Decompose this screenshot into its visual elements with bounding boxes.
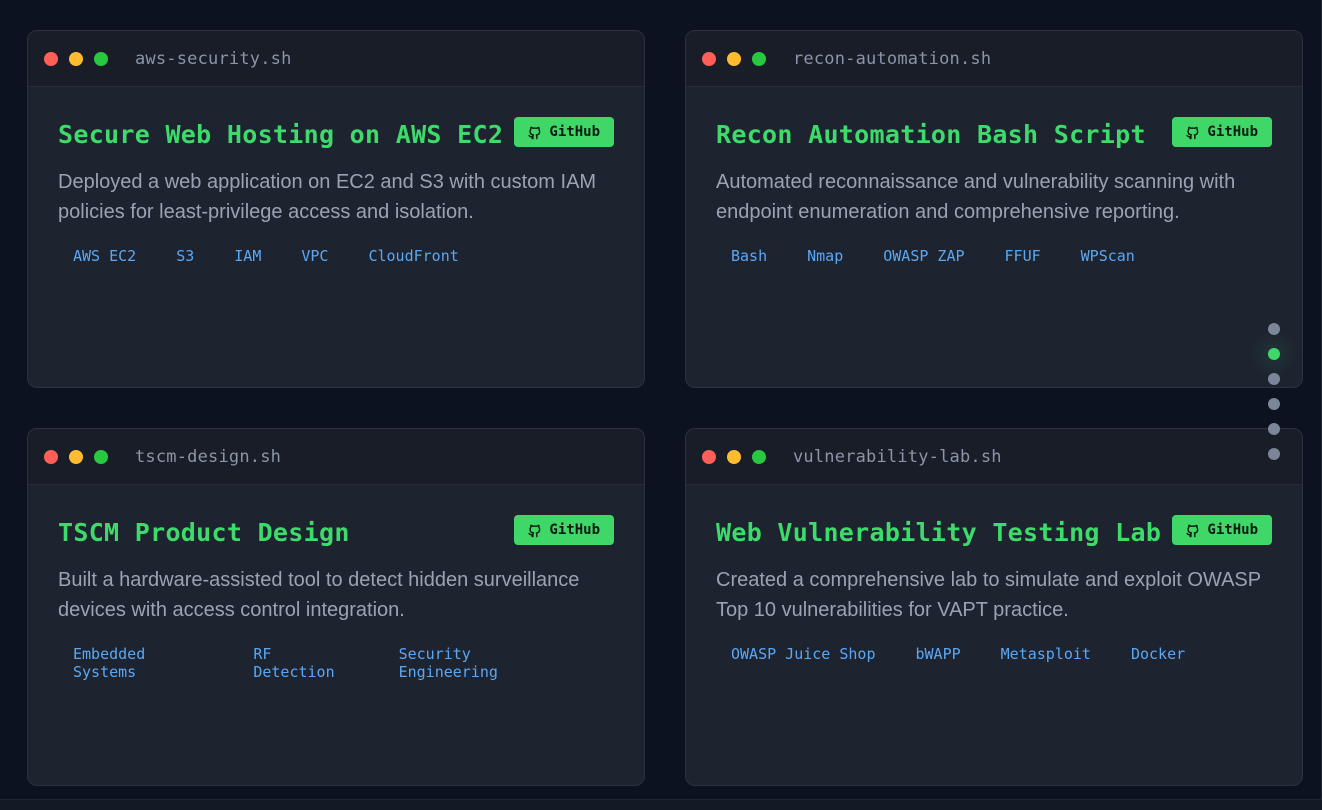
tag: IAM bbox=[234, 247, 262, 265]
github-label: GitHub bbox=[1207, 522, 1258, 538]
card-header: recon-automation.sh bbox=[686, 31, 1302, 87]
github-label: GitHub bbox=[1207, 124, 1258, 140]
card-filename: tscm-design.sh bbox=[135, 446, 282, 467]
maximize-dot bbox=[752, 449, 766, 464]
github-label: GitHub bbox=[549, 124, 600, 140]
project-card-tscm-design: tscm-design.sh TSCM Product Design GitHu… bbox=[27, 428, 645, 786]
tag: RF Detection bbox=[253, 645, 335, 681]
tag: Embedded Systems bbox=[73, 645, 146, 681]
github-icon bbox=[1186, 126, 1199, 139]
bottom-strip bbox=[0, 800, 1322, 810]
card-title: Secure Web Hosting on AWS EC2 bbox=[58, 120, 504, 149]
card-description: Built a hardware-assisted tool to detect… bbox=[58, 569, 580, 621]
tag-list: AWS EC2 S3 IAM VPC CloudFront bbox=[58, 247, 614, 265]
tag-list: Bash Nmap OWASP ZAP FFUF WPScan bbox=[716, 247, 1272, 265]
close-dot bbox=[44, 449, 58, 464]
minimize-dot bbox=[727, 449, 741, 464]
tag: Metasploit bbox=[1000, 645, 1091, 663]
card-title: Web Vulnerability Testing Lab bbox=[716, 518, 1162, 547]
tag: bWAPP bbox=[915, 645, 961, 663]
github-button[interactable]: GitHub bbox=[514, 515, 614, 545]
project-card-vulnerability-lab: vulnerability-lab.sh Web Vulnerability T… bbox=[685, 428, 1303, 786]
tag: Nmap bbox=[807, 247, 844, 265]
github-icon bbox=[528, 126, 541, 139]
section-nav-dots bbox=[1268, 323, 1280, 473]
tag: CloudFront bbox=[368, 247, 459, 265]
minimize-dot bbox=[69, 449, 83, 464]
tag: OWASP ZAP bbox=[883, 247, 965, 265]
maximize-dot bbox=[94, 51, 108, 66]
nav-dot-5[interactable] bbox=[1268, 423, 1280, 435]
nav-dot-3[interactable] bbox=[1268, 373, 1280, 385]
card-filename: vulnerability-lab.sh bbox=[793, 446, 1002, 467]
github-button[interactable]: GitHub bbox=[1172, 117, 1272, 147]
maximize-dot bbox=[752, 51, 766, 66]
close-dot bbox=[44, 51, 58, 66]
tag: Security Engineering bbox=[398, 645, 498, 681]
github-button[interactable]: GitHub bbox=[1172, 515, 1272, 545]
github-icon bbox=[1186, 524, 1199, 537]
nav-dot-2-active[interactable] bbox=[1268, 348, 1280, 360]
card-description: Deployed a web application on EC2 and S3… bbox=[58, 171, 597, 223]
card-title: Recon Automation Bash Script bbox=[716, 120, 1146, 149]
project-card-aws-security: aws-security.sh Secure Web Hosting on AW… bbox=[27, 30, 645, 388]
github-label: GitHub bbox=[549, 522, 600, 538]
card-header: vulnerability-lab.sh bbox=[686, 429, 1302, 485]
tag: Bash bbox=[731, 247, 768, 265]
maximize-dot bbox=[94, 449, 108, 464]
minimize-dot bbox=[727, 51, 741, 66]
card-filename: recon-automation.sh bbox=[793, 48, 992, 69]
nav-dot-4[interactable] bbox=[1268, 398, 1280, 410]
tag: Docker bbox=[1130, 645, 1186, 663]
card-title: TSCM Product Design bbox=[58, 518, 350, 547]
card-header: aws-security.sh bbox=[28, 31, 644, 87]
tag: AWS EC2 bbox=[73, 247, 137, 265]
nav-dot-1[interactable] bbox=[1268, 323, 1280, 335]
close-dot bbox=[702, 449, 716, 464]
card-description: Created a comprehensive lab to simulate … bbox=[716, 569, 1261, 621]
tag: OWASP Juice Shop bbox=[731, 645, 876, 663]
nav-dot-6[interactable] bbox=[1268, 448, 1280, 460]
close-dot bbox=[702, 51, 716, 66]
card-filename: aws-security.sh bbox=[135, 48, 292, 69]
tag: S3 bbox=[176, 247, 195, 265]
github-icon bbox=[528, 524, 541, 537]
tag-list: OWASP Juice Shop bWAPP Metasploit Docker bbox=[716, 645, 1272, 663]
github-button[interactable]: GitHub bbox=[514, 117, 614, 147]
card-header: tscm-design.sh bbox=[28, 429, 644, 485]
project-card-recon-automation: recon-automation.sh Recon Automation Bas… bbox=[685, 30, 1303, 388]
minimize-dot bbox=[69, 51, 83, 66]
tag: FFUF bbox=[1004, 247, 1041, 265]
tag: VPC bbox=[301, 247, 329, 265]
tag-list: Embedded Systems RF Detection Security E… bbox=[58, 645, 614, 681]
tag: WPScan bbox=[1080, 247, 1135, 265]
card-description: Automated reconnaissance and vulnerabili… bbox=[716, 171, 1236, 223]
